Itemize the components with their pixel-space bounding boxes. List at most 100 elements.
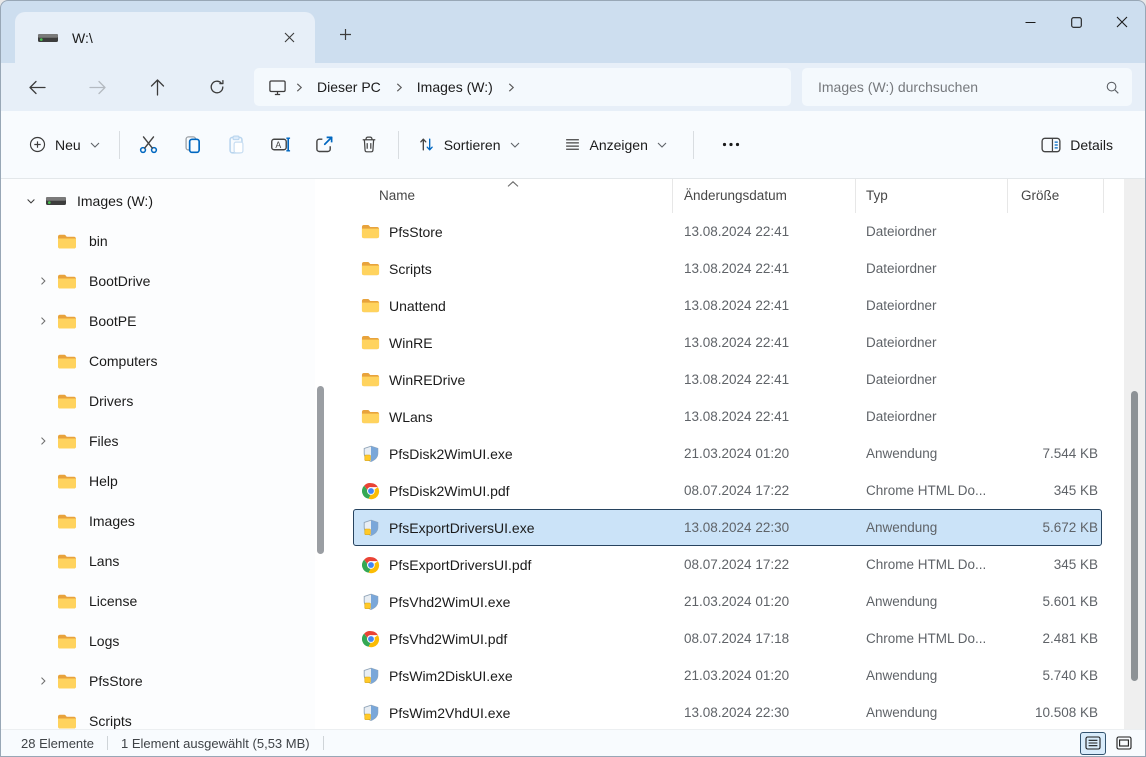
breadcrumb-dieser-pc[interactable]: Dieser PC	[311, 75, 387, 99]
chevron-down-icon[interactable]	[17, 195, 45, 207]
refresh-icon[interactable]	[197, 69, 237, 105]
file-name-cell: Scripts	[353, 259, 673, 278]
sidebar-item-label: BootDrive	[89, 273, 150, 289]
sidebar-item-images[interactable]: Images	[5, 501, 311, 541]
file-row-pfsdisk2wimui-pdf[interactable]: PfsDisk2WimUI.pdf08.07.2024 17:22Chrome …	[353, 472, 1102, 509]
file-date-cell: 21.03.2024 01:20	[673, 446, 856, 461]
chevron-right-icon[interactable]	[29, 435, 57, 447]
vertical-scrollbar-thumb[interactable]	[1131, 391, 1138, 681]
file-row-winredrive[interactable]: WinREDrive13.08.2024 22:41Dateiordner	[353, 361, 1102, 398]
file-row-pfsexportdriversui-exe[interactable]: PfsExportDriversUI.exe13.08.2024 22:30An…	[353, 509, 1102, 546]
search-input[interactable]	[816, 78, 1105, 96]
cut-icon[interactable]	[127, 125, 171, 165]
sidebar-item-pfsstore[interactable]: PfsStore	[5, 661, 311, 701]
file-row-pfswim2vhdui-exe[interactable]: PfsWim2VhdUI.exe13.08.2024 22:30Anwendun…	[353, 694, 1102, 729]
chevron-right-icon[interactable]	[499, 82, 523, 93]
minimize-icon[interactable]	[1007, 1, 1053, 43]
new-tab-button[interactable]	[331, 20, 359, 48]
breadcrumb-images-w[interactable]: Images (W:)	[411, 75, 499, 99]
sidebar-item-images-w[interactable]: Images (W:)	[5, 181, 311, 221]
file-type-cell: Dateiordner	[856, 372, 1008, 387]
sidebar-item-label: Images	[89, 513, 135, 529]
file-size-cell: 10.508 KB	[1008, 705, 1104, 720]
copy-icon[interactable]	[171, 125, 215, 165]
sidebar-scrollbar[interactable]	[314, 179, 328, 729]
toolbar-separator	[119, 131, 120, 159]
chevron-right-icon[interactable]	[29, 315, 57, 327]
sidebar-item-label: License	[89, 593, 137, 609]
file-date-cell: 08.07.2024 17:22	[673, 483, 856, 498]
folder-icon	[57, 233, 81, 250]
sidebar-item-bootpe[interactable]: BootPE	[5, 301, 311, 341]
chevron-right-icon[interactable]	[29, 275, 57, 287]
file-row-pfswim2diskui-exe[interactable]: PfsWim2DiskUI.exe21.03.2024 01:20Anwendu…	[353, 657, 1102, 694]
file-name-cell: PfsVhd2WimUI.exe	[353, 592, 673, 611]
tab-close-icon[interactable]	[275, 24, 303, 52]
file-size-cell: 5.601 KB	[1008, 594, 1104, 609]
explorer-tab[interactable]: W:\	[15, 12, 315, 63]
folder-icon	[57, 393, 81, 410]
view-button[interactable]: Anzeigen	[552, 125, 679, 165]
delete-icon[interactable]	[347, 125, 391, 165]
sidebar-item-help[interactable]: Help	[5, 461, 311, 501]
drive-icon	[37, 31, 59, 45]
file-name-cell: PfsExportDriversUI.pdf	[353, 555, 673, 574]
close-icon[interactable]	[1099, 1, 1145, 43]
thumbnail-view-icon[interactable]	[1111, 732, 1137, 755]
sidebar-item-scripts[interactable]: Scripts	[5, 701, 311, 729]
chevron-right-icon[interactable]	[387, 82, 411, 93]
details-pane-icon	[1041, 137, 1061, 153]
file-name: PfsDisk2WimUI.pdf	[389, 483, 510, 499]
file-size-cell: 2.481 KB	[1008, 631, 1104, 646]
sidebar-item-logs[interactable]: Logs	[5, 621, 311, 661]
sidebar-item-license[interactable]: License	[5, 581, 311, 621]
chrome-icon	[361, 481, 380, 500]
new-button-label: Neu	[55, 137, 81, 153]
file-row-pfsstore[interactable]: PfsStore13.08.2024 22:41Dateiordner	[353, 213, 1102, 250]
file-row-pfsvhd2wimui-pdf[interactable]: PfsVhd2WimUI.pdf08.07.2024 17:18Chrome H…	[353, 620, 1102, 657]
sidebar-item-bin[interactable]: bin	[5, 221, 311, 261]
file-row-scripts[interactable]: Scripts13.08.2024 22:41Dateiordner	[353, 250, 1102, 287]
forward-icon[interactable]	[77, 69, 117, 105]
this-pc-icon[interactable]	[268, 78, 287, 97]
file-row-winre[interactable]: WinRE13.08.2024 22:41Dateiordner	[353, 324, 1102, 361]
sidebar-scrollbar-thumb[interactable]	[317, 386, 324, 554]
sort-button[interactable]: Sortieren	[406, 125, 532, 165]
exe-shield-icon	[361, 703, 380, 722]
sidebar-item-bootdrive[interactable]: BootDrive	[5, 261, 311, 301]
toolbar: Neu A Sortieren	[1, 111, 1145, 179]
file-type-cell: Anwendung	[856, 668, 1008, 683]
folder-icon	[57, 433, 81, 450]
sidebar-item-files[interactable]: Files	[5, 421, 311, 461]
file-row-pfsvhd2wimui-exe[interactable]: PfsVhd2WimUI.exe21.03.2024 01:20Anwendun…	[353, 583, 1102, 620]
maximize-icon[interactable]	[1053, 1, 1099, 43]
column-header-type[interactable]: Typ	[856, 179, 1008, 213]
sidebar-item-drivers[interactable]: Drivers	[5, 381, 311, 421]
sort-button-label: Sortieren	[444, 137, 501, 153]
vertical-scrollbar[interactable]	[1124, 179, 1145, 729]
file-row-wlans[interactable]: WLans13.08.2024 22:41Dateiordner	[353, 398, 1102, 435]
new-button[interactable]: Neu	[17, 125, 112, 165]
column-header-date[interactable]: Änderungsdatum	[673, 179, 856, 213]
search-icon[interactable]	[1105, 80, 1120, 95]
paste-icon[interactable]	[215, 125, 259, 165]
back-icon[interactable]	[17, 69, 57, 105]
file-explorer-window: W:\	[0, 0, 1146, 757]
details-pane-button[interactable]: Details	[1029, 125, 1125, 165]
column-header-size[interactable]: Größe	[1008, 179, 1104, 213]
chevron-right-icon[interactable]	[287, 82, 311, 93]
folder-icon	[361, 407, 380, 426]
share-icon[interactable]	[303, 125, 347, 165]
up-icon[interactable]	[137, 69, 177, 105]
file-row-pfsdisk2wimui-exe[interactable]: PfsDisk2WimUI.exe21.03.2024 01:20Anwendu…	[353, 435, 1102, 472]
chevron-right-icon[interactable]	[29, 675, 57, 687]
details-view-icon[interactable]	[1080, 732, 1106, 755]
file-row-unattend[interactable]: Unattend13.08.2024 22:41Dateiordner	[353, 287, 1102, 324]
rename-icon[interactable]: A	[259, 125, 303, 165]
column-headers: Name Änderungsdatum Typ Größe	[341, 179, 1111, 213]
sidebar-item-lans[interactable]: Lans	[5, 541, 311, 581]
file-row-pfsexportdriversui-pdf[interactable]: PfsExportDriversUI.pdf08.07.2024 17:22Ch…	[353, 546, 1102, 583]
sidebar-item-computers[interactable]: Computers	[5, 341, 311, 381]
file-name: WLans	[389, 409, 433, 425]
more-options-icon[interactable]	[709, 125, 753, 165]
